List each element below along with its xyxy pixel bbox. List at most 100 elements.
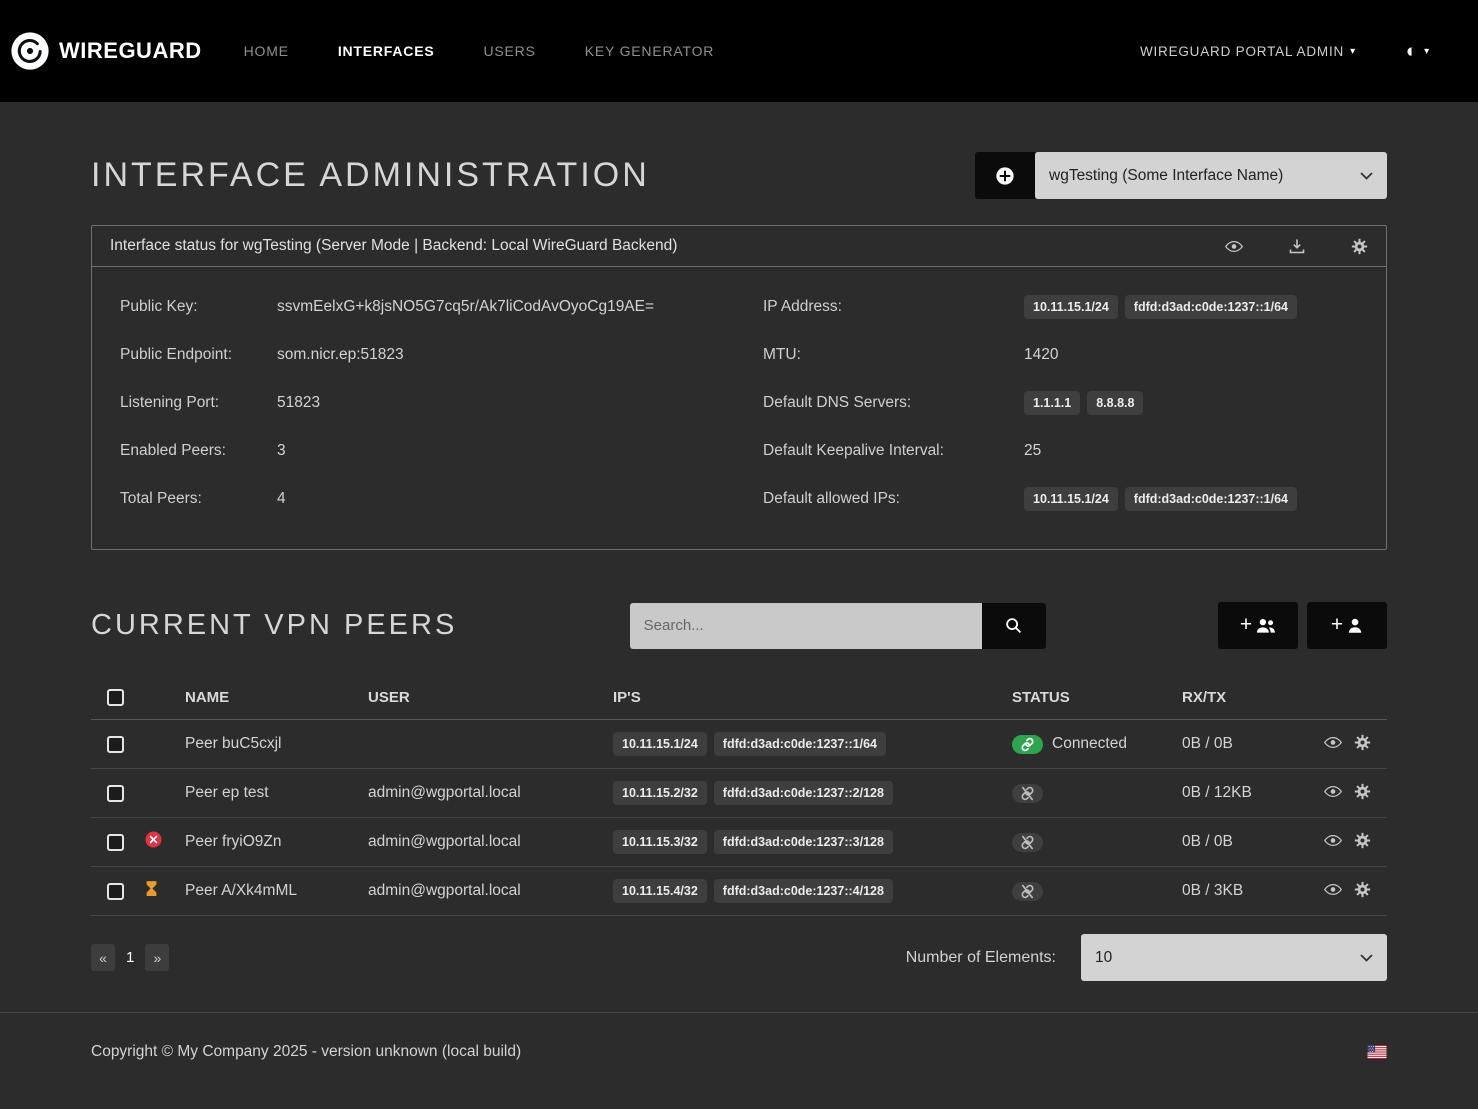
detail-value: 1.1.1.1 8.8.8.8	[1024, 391, 1150, 415]
select-all-checkbox[interactable]	[107, 689, 124, 706]
ip-badge: 10.11.15.3/32	[613, 830, 707, 854]
nav-item-interfaces[interactable]: INTERFACES	[338, 43, 435, 59]
row-checkbox[interactable]	[107, 834, 124, 851]
search-input[interactable]	[630, 603, 982, 649]
detail-value: 51823	[277, 394, 320, 412]
gear-icon	[1354, 734, 1371, 751]
peer-rxtx: 0B / 0B	[1174, 818, 1314, 867]
detail-row: Public Key:ssvmEelxG+k8jsNO5G7cq5r/Ak7li…	[120, 283, 763, 331]
theme-toggle-button[interactable]: ◐ ▾	[1406, 42, 1430, 61]
peer-ips: 10.11.15.2/32fdfd:d3ad:c0de:1237::2/128	[605, 769, 1004, 818]
view-interface-button[interactable]	[1225, 240, 1243, 253]
interface-card-body: Public Key:ssvmEelxG+k8jsNO5G7cq5r/Ak7li…	[92, 267, 1386, 549]
pagination-prev-button[interactable]: «	[91, 944, 115, 971]
table-row: Peer buC5cxjl10.11.15.1/24fdfd:d3ad:c0de…	[91, 720, 1387, 769]
brand[interactable]: WIREGUARD	[10, 31, 202, 71]
peer-user: admin@wgportal.local	[360, 769, 605, 818]
unlink-icon	[1012, 833, 1043, 852]
ip-badge: fdfd:d3ad:c0de:1237::1/64	[1125, 295, 1297, 319]
edit-peer-button[interactable]	[1354, 734, 1371, 751]
admin-menu-label: WIREGUARD PORTAL ADMIN	[1140, 44, 1344, 59]
col-header-ips: IP'S	[605, 676, 1004, 720]
add-multiple-peers-button[interactable]: +	[1218, 602, 1298, 649]
eye-icon	[1225, 240, 1243, 253]
detail-label: MTU:	[763, 346, 1024, 364]
edit-peer-button[interactable]	[1354, 783, 1371, 800]
detail-value: 1420	[1024, 346, 1058, 364]
add-multiple-peers-icon	[1255, 617, 1276, 634]
detail-value: 10.11.15.1/24 fdfd:d3ad:c0de:1237::1/64	[1024, 295, 1304, 319]
row-checkbox[interactable]	[107, 736, 124, 753]
interface-select[interactable]: wgTesting (Some Interface Name)	[1035, 152, 1387, 199]
detail-label: Total Peers:	[120, 490, 277, 508]
ip-badge: 10.11.15.1/24	[1024, 487, 1118, 511]
peer-user: admin@wgportal.local	[360, 818, 605, 867]
ip-badge: fdfd:d3ad:c0de:1237::3/128	[714, 830, 893, 854]
edit-peer-button[interactable]	[1354, 832, 1371, 849]
peers-table-body: Peer buC5cxjl10.11.15.1/24fdfd:d3ad:c0de…	[91, 720, 1387, 916]
view-peer-button[interactable]	[1324, 883, 1342, 896]
eye-icon	[1324, 834, 1342, 847]
detail-value: 4	[277, 490, 286, 508]
detail-row: Default Keepalive Interval:25	[763, 427, 1358, 475]
us-flag-icon[interactable]	[1367, 1045, 1387, 1059]
main-content: INTERFACE ADMINISTRATION wgTesting (Some…	[91, 152, 1387, 981]
nav-item-users[interactable]: USERS	[484, 43, 536, 59]
col-header-status: STATUS	[1004, 676, 1174, 720]
table-row: Peer ep testadmin@wgportal.local10.11.15…	[91, 769, 1387, 818]
col-header-user: USER	[360, 676, 605, 720]
table-row: Peer fryiO9Znadmin@wgportal.local10.11.1…	[91, 818, 1387, 867]
download-config-button[interactable]	[1289, 238, 1305, 254]
brand-name: WIREGUARD	[59, 38, 202, 64]
ip-badge: 10.11.15.4/32	[613, 879, 707, 903]
detail-label: Enabled Peers:	[120, 442, 277, 460]
add-circle-icon	[995, 166, 1015, 186]
search-icon	[1005, 617, 1022, 634]
nav-item-key-generator[interactable]: KEY GENERATOR	[585, 43, 714, 59]
nav-item-home[interactable]: HOME	[244, 43, 289, 59]
view-peer-button[interactable]	[1324, 834, 1342, 847]
page-footer: Copyright © My Company 2025 - version un…	[0, 1012, 1478, 1079]
admin-menu-button[interactable]: WIREGUARD PORTAL ADMIN ▾	[1140, 44, 1356, 59]
add-buttons-group: + +	[1218, 602, 1387, 649]
interface-card-actions	[1225, 238, 1368, 255]
peer-rxtx: 0B / 3KB	[1174, 867, 1314, 916]
detail-row: Default DNS Servers:1.1.1.18.8.8.8	[763, 379, 1358, 427]
table-footer: « 1 » Number of Elements: 10	[91, 934, 1387, 981]
gear-icon	[1354, 783, 1371, 800]
ip-badge: 10.11.15.1/24	[1024, 295, 1118, 319]
ip-badge: 1.1.1.1	[1024, 391, 1080, 415]
elements-select[interactable]: 10	[1081, 934, 1387, 981]
col-header-name: NAME	[177, 676, 360, 720]
detail-value: 10.11.15.1/24fdfd:d3ad:c0de:1237::1/64	[1024, 487, 1304, 511]
theme-toggle-icon: ◐	[1406, 42, 1418, 61]
detail-row: Public Endpoint:som.nicr.ep:51823	[120, 331, 763, 379]
view-peer-button[interactable]	[1324, 736, 1342, 749]
elements-group: Number of Elements: 10	[906, 934, 1387, 981]
edit-peer-button[interactable]	[1354, 881, 1371, 898]
gear-icon	[1354, 881, 1371, 898]
ip-badge: 8.8.8.8	[1087, 391, 1143, 415]
search-button[interactable]	[982, 603, 1046, 649]
interface-card-header: Interface status for wgTesting (Server M…	[92, 226, 1386, 267]
row-checkbox[interactable]	[107, 883, 124, 900]
peer-ips: 10.11.15.4/32fdfd:d3ad:c0de:1237::4/128	[605, 867, 1004, 916]
detail-row: Listening Port:51823	[120, 379, 763, 427]
peer-expired-icon	[145, 831, 162, 848]
unlink-icon	[1012, 784, 1043, 803]
add-peer-button[interactable]: +	[1307, 602, 1387, 649]
edit-interface-button[interactable]	[1351, 238, 1368, 255]
view-peer-button[interactable]	[1324, 785, 1342, 798]
ip-badge: 10.11.15.2/32	[613, 781, 707, 805]
pagination-next-button[interactable]: »	[145, 944, 169, 971]
detail-label: Default allowed IPs:	[763, 490, 1024, 508]
dropdown-caret-icon: ▾	[1350, 46, 1356, 57]
status-text: Connected	[1052, 735, 1127, 752]
interface-card-title: Interface status for wgTesting (Server M…	[110, 237, 677, 255]
eye-icon	[1324, 883, 1342, 896]
add-interface-button[interactable]	[975, 152, 1035, 199]
detail-value: 3	[277, 442, 286, 460]
pagination-current-page[interactable]: 1	[121, 949, 139, 966]
row-checkbox[interactable]	[107, 785, 124, 802]
interface-select-group: wgTesting (Some Interface Name)	[975, 152, 1387, 199]
